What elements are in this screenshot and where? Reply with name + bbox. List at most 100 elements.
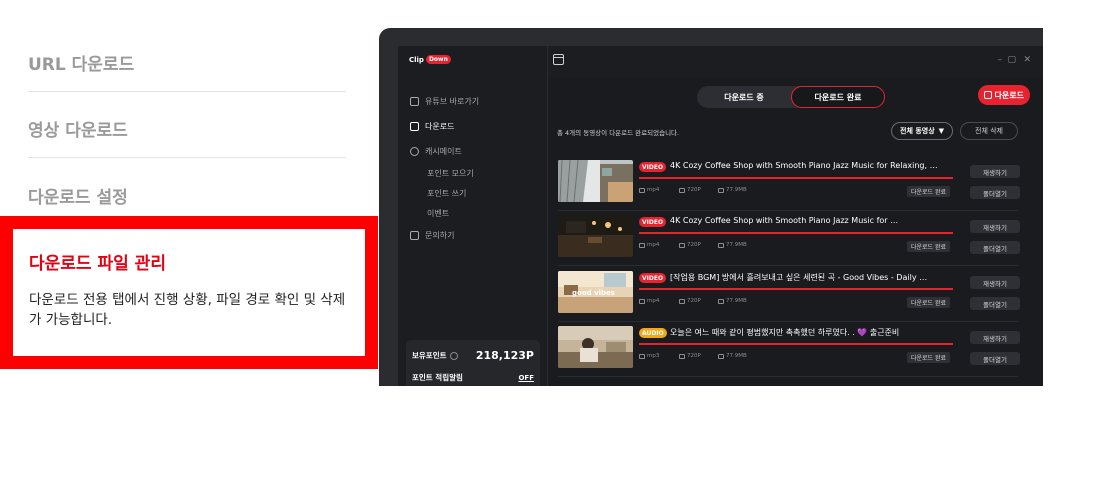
quality-text: 720P [687, 187, 701, 193]
close-button[interactable]: ✕ [1023, 55, 1031, 65]
sidebar-subitem-event[interactable]: 이벤트 [427, 208, 449, 219]
title-bar: – ▢ ✕ [548, 46, 1043, 78]
sidebar-item-label: 캐시메이트 [425, 147, 462, 156]
svg-text:good vibes: good vibes [572, 289, 615, 297]
feature-menu: URL 다운로드 영상 다운로드 다운로드 설정 다운로드 파일 관리 다운로드… [0, 0, 380, 488]
quality-text: 720P [687, 298, 701, 304]
app-logo: Clip Down [409, 55, 451, 64]
progress-bar [639, 288, 953, 290]
maximize-button[interactable]: ▢ [1007, 55, 1016, 65]
type-badge: VIDEO [639, 162, 667, 172]
download-icon [410, 122, 419, 131]
download-button[interactable]: 다운로드 [977, 85, 1030, 105]
sidebar-item-contact[interactable]: 문의하기 [410, 230, 454, 241]
video-thumbnail[interactable] [558, 215, 633, 257]
active-feature-card[interactable]: 다운로드 파일 관리 다운로드 전용 탭에서 진행 상황, 파일 경로 확인 및… [0, 216, 378, 369]
sidebar-subitem-use-points[interactable]: 포인트 쓰기 [427, 188, 466, 199]
file-size: 77.9MB [718, 353, 747, 359]
divider [558, 321, 1018, 322]
status-badge: 다운로드 완료 [907, 186, 951, 197]
divider [558, 210, 1018, 211]
format-text: mp3 [647, 353, 660, 359]
divider [28, 157, 346, 158]
points-alert-row: 포인트 적립알림 OFF [412, 372, 534, 383]
sidebar-item-cashmate[interactable]: 캐시메이트 [410, 146, 462, 157]
format-text: mp4 [647, 242, 660, 248]
open-folder-button[interactable]: 폴더열기 [970, 241, 1020, 254]
play-icon [639, 242, 645, 248]
progress-bar [639, 177, 953, 179]
points-balance-row: 보유포인트 218,123P [412, 349, 534, 362]
sidebar-item-label: 유튜브 바로가기 [425, 97, 480, 106]
type-badge: VIDEO [639, 273, 667, 283]
active-feature-title: 다운로드 파일 관리 [29, 254, 166, 274]
quality-text: 720P [687, 353, 701, 359]
screen-icon [679, 187, 685, 193]
menu-item-download-settings[interactable]: 다운로드 설정 [28, 183, 346, 208]
storage-icon [718, 187, 724, 193]
minimize-button[interactable]: – [998, 55, 1003, 65]
open-folder-button[interactable]: 폴더열기 [970, 297, 1020, 310]
download-panel: 다운로드 중 다운로드 완료 다운로드 총 4개의 동영상이 다운로드 완료되었… [548, 78, 1043, 386]
item-title: 4K Cozy Coffee Shop with Smooth Piano Ja… [670, 161, 938, 170]
coin-icon [449, 351, 458, 360]
size-text: 77.9MB [726, 298, 747, 304]
file-size: 77.9MB [718, 298, 747, 304]
delete-all-button[interactable]: 전체 삭제 [960, 122, 1018, 140]
open-folder-button[interactable]: 폴더열기 [970, 186, 1020, 199]
file-quality: 720P [679, 242, 701, 248]
download-icon [983, 91, 992, 99]
logo-pill: Down [425, 55, 451, 64]
divider [28, 91, 346, 92]
tab-downloading[interactable]: 다운로드 중 [697, 86, 791, 108]
item-title: [작업용 BGM] 방에서 흘려보내고 싶은 세련된 곡 - Good Vibe… [670, 273, 928, 282]
file-quality: 720P [679, 187, 701, 193]
play-button[interactable]: 재생하기 [970, 331, 1020, 344]
file-size: 77.9MB [718, 187, 747, 193]
points-alert-label: 포인트 적립알림 [412, 373, 463, 382]
quality-text: 720P [687, 242, 701, 248]
sidebar-subitem-collect-points[interactable]: 포인트 모으기 [427, 168, 474, 179]
status-badge: 다운로드 완료 [907, 352, 951, 363]
play-button[interactable]: 재생하기 [970, 220, 1020, 233]
file-size: 77.9MB [718, 242, 747, 248]
list-item: AUDIO 오늘은 여느 때와 같이 평범했지만 촉촉했던 하루였다. . 💜 … [558, 326, 1020, 377]
item-title: 4K Cozy Coffee Shop with Smooth Piano Ja… [670, 216, 899, 225]
chat-icon [410, 231, 419, 240]
status-badge: 다운로드 완료 [907, 241, 951, 252]
app-window-frame: Clip Down 유튜브 바로가기 다운로드 캐시메이트 포인트 모으기 포인… [379, 28, 1043, 386]
status-badge: 다운로드 완료 [907, 297, 951, 308]
calendar-icon[interactable] [553, 54, 564, 65]
tab-completed[interactable]: 다운로드 완료 [791, 86, 885, 108]
storage-icon [718, 298, 724, 304]
play-icon [639, 187, 645, 193]
play-button[interactable]: 재생하기 [970, 276, 1020, 289]
play-button[interactable]: 재생하기 [970, 165, 1020, 178]
points-value: 218,123P [475, 349, 534, 362]
home-icon [410, 97, 419, 106]
sidebar-item-download[interactable]: 다운로드 [410, 121, 454, 132]
type-badge: VIDEO [639, 217, 667, 227]
filter-dropdown[interactable]: 전체 동영상 ▼ [891, 122, 954, 140]
open-folder-button[interactable]: 폴더열기 [970, 352, 1020, 365]
menu-item-video-download[interactable]: 영상 다운로드 [28, 116, 346, 141]
type-badge: AUDIO [639, 328, 667, 338]
sidebar-item-youtube[interactable]: 유튜브 바로가기 [410, 96, 479, 107]
points-alert-toggle[interactable]: OFF [518, 374, 534, 382]
divider [558, 376, 1018, 377]
active-feature-description: 다운로드 전용 탭에서 진행 상황, 파일 경로 확인 및 삭제가 가능합니다. [29, 292, 346, 328]
storage-icon [718, 353, 724, 359]
video-thumbnail[interactable] [558, 326, 633, 368]
screen-icon [679, 298, 685, 304]
menu-item-url-download[interactable]: URL 다운로드 [28, 50, 346, 75]
points-label: 보유포인트 [412, 350, 458, 361]
sidebar-item-label: 다운로드 [425, 122, 455, 131]
video-thumbnail[interactable] [558, 160, 633, 202]
video-thumbnail[interactable]: good vibes [558, 271, 633, 313]
list-item: VIDEO 4K Cozy Coffee Shop with Smooth Pi… [558, 160, 1020, 211]
format-text: mp4 [647, 298, 660, 304]
format-text: mp4 [647, 187, 660, 193]
size-text: 77.9MB [726, 187, 747, 193]
list-item: good vibes VIDEO [작업용 BGM] 방에서 흘려보내고 싶은 … [558, 271, 1020, 322]
sidebar: Clip Down 유튜브 바로가기 다운로드 캐시메이트 포인트 모으기 포인… [398, 46, 548, 386]
